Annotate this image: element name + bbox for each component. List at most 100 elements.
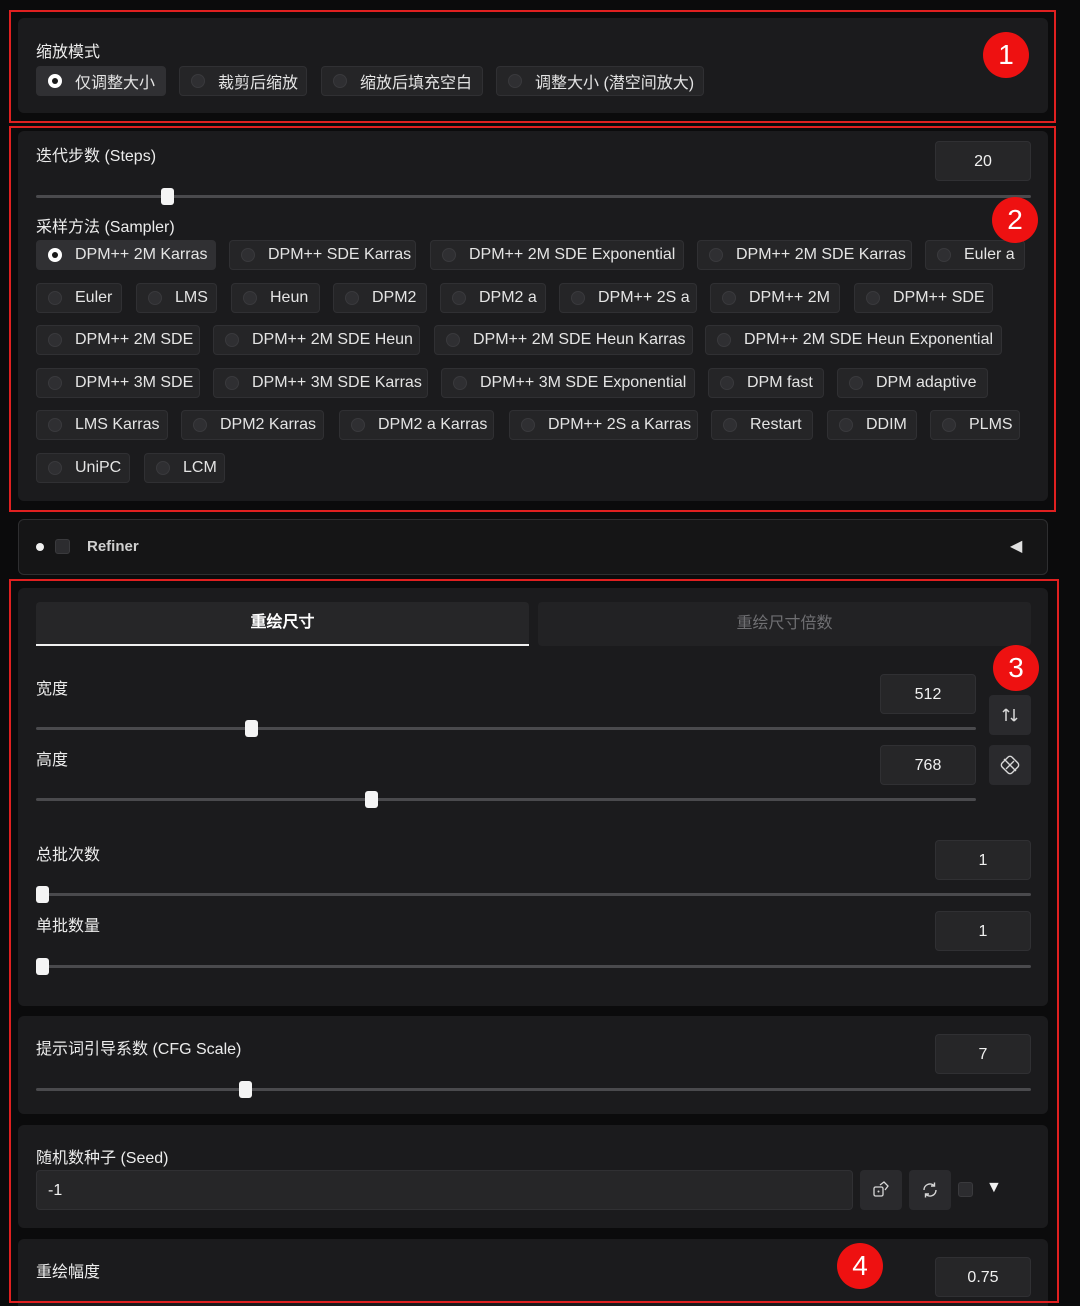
radio-dot-icon (717, 333, 731, 347)
sampler-option[interactable]: DPM++ 2M SDE Heun (213, 325, 420, 355)
cfg-slider-track[interactable] (36, 1088, 1031, 1091)
batch-size-slider-track[interactable] (36, 965, 1031, 968)
sampler-option[interactable]: Restart (711, 410, 813, 440)
sampler-option[interactable]: Euler (36, 283, 122, 313)
sampler-option[interactable]: DPM2 (333, 283, 427, 313)
sampler-option[interactable]: LMS Karras (36, 410, 168, 440)
sampler-option[interactable]: DPM++ 2S a (559, 283, 697, 313)
seed-label: 随机数种子 (Seed) (36, 1150, 169, 1167)
sampler-panel (18, 131, 1048, 501)
steps-label: 迭代步数 (Steps) (36, 148, 157, 165)
radio-dot-icon (148, 291, 162, 305)
radio-dot-icon (225, 333, 239, 347)
refiner-bar[interactable] (18, 519, 1048, 575)
radio-dot-icon (521, 418, 535, 432)
sampler-option[interactable]: DPM fast (708, 368, 824, 398)
steps-input[interactable]: 20 (935, 141, 1031, 181)
sampler-option[interactable]: DDIM (827, 410, 917, 440)
width-slider-thumb[interactable] (245, 720, 258, 737)
batch-count-slider-track[interactable] (36, 893, 1031, 896)
dot-icon (36, 543, 44, 551)
denoise-input[interactable]: 0.75 (935, 1257, 1031, 1297)
radio-dot-icon (446, 333, 460, 347)
sampler-option[interactable]: LCM (144, 453, 225, 483)
width-label: 宽度 (36, 681, 69, 698)
tab-resize-by[interactable]: 重绘尺寸倍数 (538, 602, 1031, 646)
sampler-option[interactable]: DPM++ 2M SDE Heun Exponential (705, 325, 1002, 355)
sampler-option[interactable]: Euler a (925, 240, 1025, 270)
sampler-option[interactable]: DPM++ 2M SDE Karras (697, 240, 912, 270)
sampler-option[interactable]: DPM++ 3M SDE Karras (213, 368, 428, 398)
cfg-slider-thumb[interactable] (239, 1081, 252, 1098)
swap-dimensions-button[interactable] (989, 695, 1031, 735)
radio-dot-icon (722, 291, 736, 305)
tab-resize-to[interactable]: 重绘尺寸 (36, 602, 529, 646)
annotation-badge-4: 4 (837, 1243, 883, 1289)
width-input[interactable]: 512 (880, 674, 976, 714)
radio-dot-icon (723, 418, 737, 432)
radio-dot-icon (48, 74, 62, 88)
collapse-arrow-icon[interactable]: ◀ (1010, 536, 1022, 556)
radio-dot-icon (241, 248, 255, 262)
cfg-input[interactable]: 7 (935, 1034, 1031, 1074)
sampler-label: 采样方法 (Sampler) (36, 219, 175, 236)
resize-option-fill[interactable]: 缩放后填充空白 (321, 66, 483, 96)
sampler-option[interactable]: DPM2 a Karras (339, 410, 494, 440)
radio-dot-icon (452, 291, 466, 305)
sampler-option[interactable]: DPM++ 2S a Karras (509, 410, 698, 440)
sampler-option[interactable]: DPM++ 3M SDE (36, 368, 200, 398)
batch-count-input[interactable]: 1 (935, 840, 1031, 880)
height-input[interactable]: 768 (880, 745, 976, 785)
denoise-label: 重绘幅度 (36, 1264, 101, 1281)
swap-vertical-icon (1002, 708, 1018, 722)
radio-dot-icon (156, 461, 170, 475)
batch-count-slider-thumb[interactable] (36, 886, 49, 903)
radio-dot-icon (345, 291, 359, 305)
radio-dot-icon (48, 333, 62, 347)
sampler-option[interactable]: DPM++ 2M Karras (36, 240, 216, 270)
batch-size-input[interactable]: 1 (935, 911, 1031, 951)
sampler-option[interactable]: DPM++ 3M SDE Exponential (441, 368, 695, 398)
cfg-panel (18, 1016, 1048, 1114)
radio-dot-icon (193, 418, 207, 432)
random-seed-button[interactable] (860, 1170, 902, 1210)
dropdown-arrow-icon[interactable]: ▼ (986, 1179, 1002, 1197)
radio-dot-icon (442, 248, 456, 262)
radio-dot-icon (243, 291, 257, 305)
radio-dot-icon (508, 74, 522, 88)
resize-option-latent-upscale[interactable]: 调整大小 (潜空间放大) (496, 66, 704, 96)
radio-dot-icon (571, 291, 585, 305)
denoise-panel (18, 1239, 1048, 1306)
aspect-ratio-button[interactable] (989, 745, 1031, 785)
height-slider-track[interactable] (36, 798, 976, 801)
sampler-option[interactable]: DPM2 Karras (181, 410, 324, 440)
sampler-option[interactable]: DPM++ SDE Karras (229, 240, 416, 270)
steps-slider-track[interactable] (36, 195, 1031, 198)
steps-slider-thumb[interactable] (161, 188, 174, 205)
aspect-ratio-icon (1000, 755, 1020, 775)
resize-option-crop[interactable]: 裁剪后缩放 (179, 66, 307, 96)
radio-dot-icon (351, 418, 365, 432)
reuse-seed-button[interactable] (909, 1170, 951, 1210)
sampler-option[interactable]: DPM++ 2M SDE (36, 325, 200, 355)
extra-seed-checkbox[interactable] (958, 1182, 973, 1197)
height-slider-thumb[interactable] (365, 791, 378, 808)
sampler-option[interactable]: DPM2 a (440, 283, 546, 313)
sampler-option[interactable]: DPM adaptive (837, 368, 988, 398)
sampler-option[interactable]: DPM++ 2M (710, 283, 840, 313)
width-slider-track[interactable] (36, 727, 976, 730)
size-panel (18, 588, 1048, 1006)
sampler-option[interactable]: DPM++ SDE (854, 283, 993, 313)
refiner-checkbox[interactable] (55, 539, 70, 554)
sampler-option[interactable]: UniPC (36, 453, 130, 483)
sampler-option[interactable]: LMS (136, 283, 217, 313)
batch-size-slider-thumb[interactable] (36, 958, 49, 975)
sampler-option[interactable]: DPM++ 2M SDE Heun Karras (434, 325, 693, 355)
seed-input[interactable]: -1 (36, 1170, 853, 1210)
sampler-option[interactable]: PLMS (930, 410, 1020, 440)
radio-dot-icon (942, 418, 956, 432)
radio-dot-icon (48, 248, 62, 262)
sampler-option[interactable]: DPM++ 2M SDE Exponential (430, 240, 684, 270)
resize-option-just-resize[interactable]: 仅调整大小 (36, 66, 166, 96)
sampler-option[interactable]: Heun (231, 283, 320, 313)
